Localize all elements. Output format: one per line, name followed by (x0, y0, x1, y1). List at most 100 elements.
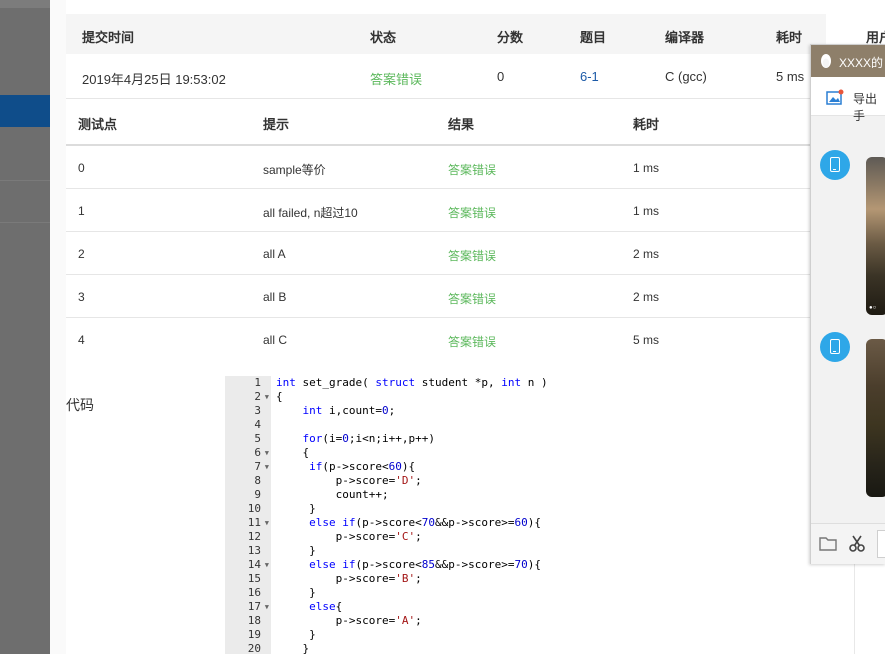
chat-toolbar: 导出手 (811, 77, 885, 123)
testpoint-row: 2 all A 答案错误 2 ms (66, 232, 826, 275)
testpoint-time: 1 ms (633, 204, 660, 218)
testpoint-header-row: 测试点 提示 结果 耗时 (66, 98, 826, 146)
code-line: int set_grade( struct student *p, int n … (276, 376, 548, 389)
code-line: } (276, 586, 316, 599)
testpoint-row: 3 all B 答案错误 2 ms (66, 275, 826, 318)
status-badge: 答案错误 (370, 72, 423, 87)
line-number: 2 (254, 390, 261, 403)
fold-arrow-icon[interactable]: ▼ (265, 519, 269, 527)
line-number: 19 (247, 628, 261, 641)
code-line: } (276, 502, 316, 515)
line-number: 7 (254, 460, 261, 473)
phone-avatar-icon[interactable] (820, 332, 850, 362)
testpoint-row: 1 all failed, n超过10 答案错误 1 ms (66, 189, 826, 232)
line-number: 18 (247, 614, 261, 627)
code-line: p->score='C'; (276, 530, 422, 543)
chat-input-toolbar (811, 523, 885, 564)
testpoint-result: 答案错误 (448, 292, 497, 306)
sidebar-top (0, 0, 50, 8)
header-hint: 提示 (263, 117, 290, 132)
line-number-gutter: 1 2 ▼ 3 4 5 6 ▼ 7 ▼ 8 9 10 11 ▼ 12 13 14 ▼ 15 16 17 ▼ 18 19 20 (225, 376, 271, 654)
submit-time: 2019年4月25日 19:53:02 (82, 72, 226, 87)
header-score: 分数 (497, 30, 524, 45)
line-number: 9 (254, 488, 261, 501)
testpoint-time: 2 ms (633, 247, 660, 261)
fold-arrow-icon[interactable]: ▼ (265, 603, 269, 611)
line-number: 10 (247, 502, 261, 515)
line-number: 6 (254, 446, 261, 459)
line-number: 11 (247, 516, 261, 529)
code-line: count++; (276, 488, 389, 501)
line-number: 17 (247, 600, 261, 613)
code-line: } (276, 642, 310, 654)
chat-window[interactable]: XXXX的 导出手 ●○ (810, 44, 885, 564)
left-sidebar (0, 0, 50, 654)
testpoint-id: 4 (78, 333, 85, 347)
header-submit-time: 提交时间 (82, 30, 135, 45)
testpoint-result: 答案错误 (448, 249, 497, 263)
testpoint-result: 答案错误 (448, 163, 497, 177)
line-number: 20 (247, 642, 261, 654)
header-testpoint: 测试点 (78, 117, 118, 132)
header-duration: 耗时 (776, 30, 803, 45)
sidebar-active-item[interactable] (0, 95, 50, 127)
testpoint-hint: all A (263, 247, 286, 261)
qq-penguin-icon (821, 54, 831, 68)
chat-photo[interactable] (866, 339, 885, 497)
export-label[interactable]: 导出手 (853, 90, 885, 124)
code-line: for(i=0;i<n;i++,p++) (302, 432, 435, 445)
problem-link[interactable]: 6-1 (580, 69, 599, 84)
testpoint-result: 答案错误 (448, 206, 497, 220)
testpoint-hint: all B (263, 290, 287, 304)
code-line: else{ (309, 600, 343, 613)
folder-icon[interactable] (819, 535, 837, 551)
chat-titlebar[interactable]: XXXX的 (811, 45, 885, 77)
line-number: 15 (247, 572, 261, 585)
header-status: 状态 (370, 30, 397, 45)
code-line: p->score='D'; (276, 474, 422, 487)
chat-input-field[interactable] (877, 530, 885, 558)
header-result: 结果 (448, 117, 475, 132)
testpoint-hint: sample等价 (263, 163, 326, 177)
testpoint-time: 1 ms (633, 161, 660, 175)
submission-header-row: 提交时间 状态 分数 题目 编译器 耗时 用户 (66, 14, 885, 55)
sidebar-divider (0, 222, 50, 223)
testpoint-hint: all C (263, 333, 288, 347)
code-line: p->score='B'; (276, 572, 422, 585)
fold-arrow-icon[interactable]: ▼ (265, 561, 269, 569)
code-line: else if(p->score<85&&p->score>=70){ (309, 558, 541, 571)
submission-row: 2019年4月25日 19:53:02 答案错误 0 6-1 C (gcc) 5… (66, 54, 826, 99)
header-time: 耗时 (633, 117, 660, 132)
fold-arrow-icon[interactable]: ▼ (265, 393, 269, 401)
testpoint-id: 2 (78, 247, 85, 261)
chat-photo[interactable]: ●○ (866, 157, 885, 315)
phone-avatar-icon[interactable] (820, 150, 850, 180)
code-line: } (276, 628, 316, 641)
testpoint-row: 4 all C 答案错误 5 ms (66, 318, 826, 360)
testpoint-hint: all failed, n超过10 (263, 206, 358, 220)
main-content: 提交时间 状态 分数 题目 编译器 耗时 用户 2019年4月25日 19:53… (50, 0, 885, 654)
code-editor[interactable]: 1 2 ▼ 3 4 5 6 ▼ 7 ▼ 8 9 10 11 ▼ 12 13 14 ▼ 15 16 17 ▼ 18 19 20 in… (225, 376, 805, 654)
testpoint-id: 1 (78, 204, 85, 218)
chat-title: XXXX的 (839, 56, 884, 70)
code-line: { (276, 390, 283, 403)
testpoint-time: 5 ms (633, 333, 660, 347)
compiler-value: C (gcc) (665, 69, 707, 84)
fold-arrow-icon[interactable]: ▼ (265, 449, 269, 457)
testpoint-time: 2 ms (633, 290, 660, 304)
code-line: int i,count=0; (302, 404, 396, 417)
fold-arrow-icon[interactable]: ▼ (265, 463, 269, 471)
line-number: 3 (254, 404, 261, 417)
scissor-icon[interactable] (848, 534, 866, 552)
header-compiler: 编译器 (665, 30, 705, 45)
line-number: 4 (254, 418, 261, 431)
sidebar-divider (0, 180, 50, 181)
testpoint-id: 3 (78, 290, 85, 304)
code-line: { (276, 446, 310, 459)
export-icon[interactable] (826, 89, 844, 105)
code-line: p->score='A'; (276, 614, 422, 627)
line-number: 12 (247, 530, 261, 543)
line-number: 16 (247, 586, 261, 599)
testpoint-id: 0 (78, 161, 85, 175)
header-problem: 题目 (580, 30, 607, 45)
